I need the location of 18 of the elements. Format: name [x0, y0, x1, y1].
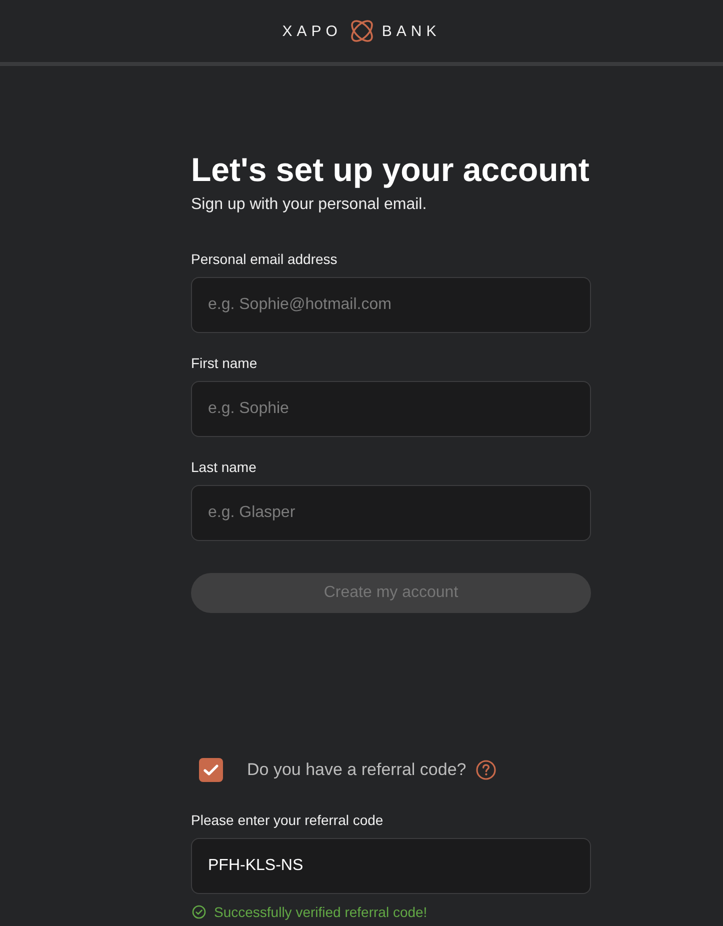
field-label: Please enter your referral code	[191, 811, 384, 830]
logo-text: XAPO	[282, 24, 342, 38]
field-label: First name	[191, 354, 258, 373]
page-title: Let's set up your account	[191, 150, 590, 190]
subtitle: Sign up with your personal email.	[191, 195, 428, 215]
input-field[interactable]: e.g. Sophie	[191, 381, 591, 437]
check-circle-icon	[192, 905, 206, 919]
help-icon[interactable]	[476, 760, 496, 780]
field-label: Personal email address	[191, 250, 338, 269]
checkbox[interactable]	[199, 758, 223, 782]
status-message: Successfully verified referral code!	[214, 903, 428, 921]
checkbox-label: Do you have a referral code?	[247, 759, 466, 781]
input-field[interactable]: e.g. Glasper	[191, 485, 591, 541]
field-label: Last name	[191, 458, 258, 477]
input-field[interactable]: PFH-KLS-NS	[191, 838, 591, 894]
checkmark-icon	[203, 763, 219, 777]
logo-text: BANK	[382, 24, 441, 38]
input-field[interactable]: e.g. Sophie@hotmail.com	[191, 277, 591, 333]
